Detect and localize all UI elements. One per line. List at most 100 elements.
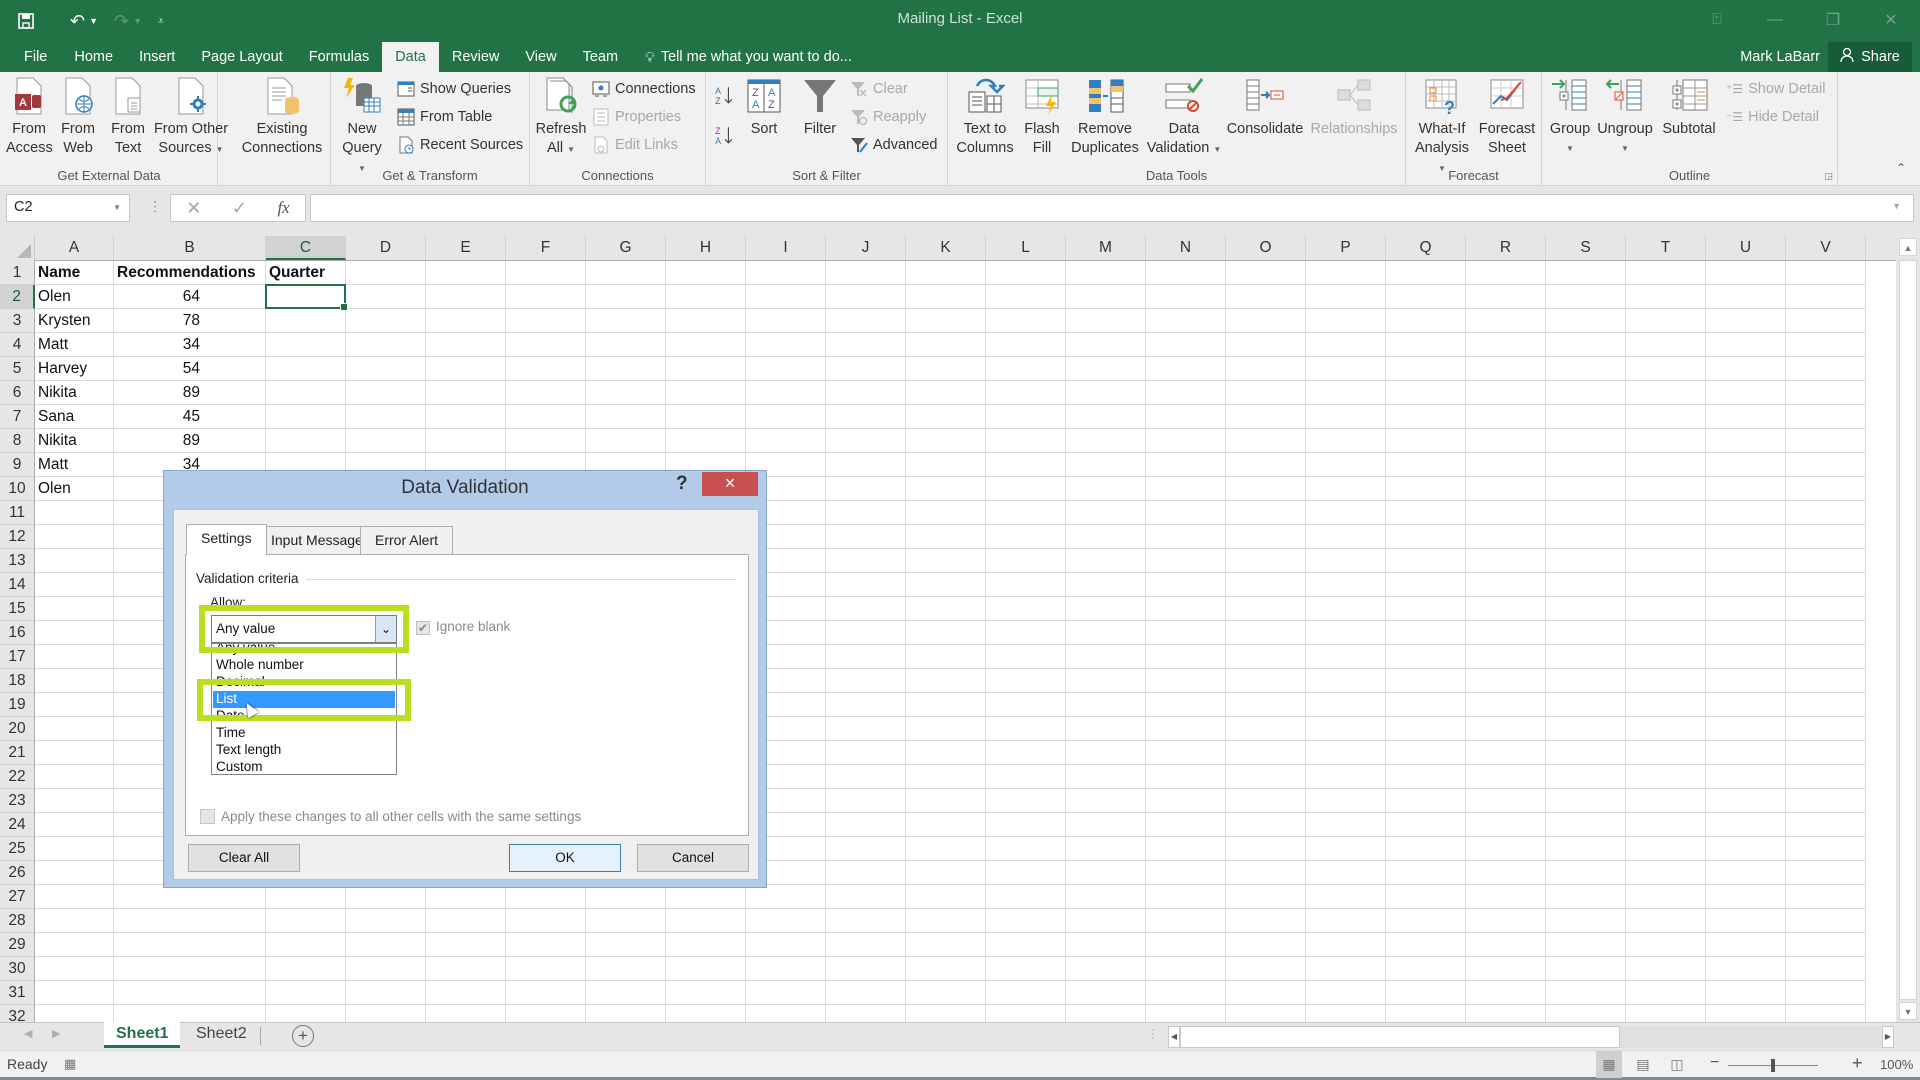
sort-z-a-button[interactable]: ZA <box>714 124 734 146</box>
row-header-12[interactable]: 12 <box>0 525 35 549</box>
cell-b3[interactable]: 78 <box>114 309 266 333</box>
row-header-7[interactable]: 7 <box>0 405 35 429</box>
active-cell-c2[interactable] <box>265 284 348 311</box>
row-header-11[interactable]: 11 <box>0 501 35 525</box>
row-header-1[interactable]: 1 <box>0 261 35 285</box>
row-header-24[interactable]: 24 <box>0 813 35 837</box>
row-header-25[interactable]: 25 <box>0 837 35 861</box>
row-header-23[interactable]: 23 <box>0 789 35 813</box>
ribbon-display-icon[interactable]: ⍐ <box>1688 0 1746 40</box>
tab-data[interactable]: Data <box>382 42 439 72</box>
row-header-16[interactable]: 16 <box>0 621 35 645</box>
horizontal-scroll-thumb[interactable] <box>1180 1026 1620 1048</box>
from-table-button[interactable]: From Table <box>397 106 492 128</box>
row-header-9[interactable]: 9 <box>0 453 35 477</box>
close-icon[interactable]: ✕ <box>1862 0 1920 40</box>
row-header-21[interactable]: 21 <box>0 741 35 765</box>
row-header-30[interactable]: 30 <box>0 957 35 981</box>
cell-b4[interactable]: 34 <box>114 333 266 357</box>
column-header-m[interactable]: M <box>1066 236 1146 260</box>
column-header-g[interactable]: G <box>586 236 666 260</box>
row-header-29[interactable]: 29 <box>0 933 35 957</box>
row-header-14[interactable]: 14 <box>0 573 35 597</box>
vertical-scrollbar[interactable]: ▲ ▼ <box>1896 236 1920 1024</box>
sheet-tab-sheet1[interactable]: Sheet1 <box>104 1022 181 1048</box>
previous-sheet-icon[interactable]: ◀ <box>24 1027 32 1040</box>
row-header-8[interactable]: 8 <box>0 429 35 453</box>
row-header-27[interactable]: 27 <box>0 885 35 909</box>
row-header-20[interactable]: 20 <box>0 717 35 741</box>
tab-view[interactable]: View <box>512 42 569 72</box>
tab-formulas[interactable]: Formulas <box>296 42 382 72</box>
row-header-19[interactable]: 19 <box>0 693 35 717</box>
tab-settings[interactable]: Settings <box>186 524 267 555</box>
share-button[interactable]: Share <box>1828 42 1912 72</box>
new-query-button[interactable]: New Query ▼ <box>337 76 387 178</box>
column-header-q[interactable]: Q <box>1386 236 1466 260</box>
row-header-22[interactable]: 22 <box>0 765 35 789</box>
row-header-6[interactable]: 6 <box>0 381 35 405</box>
column-header-e[interactable]: E <box>426 236 506 260</box>
cancel-entry-icon[interactable]: ✕ <box>186 198 201 219</box>
cell-a2[interactable]: Olen <box>35 285 114 309</box>
cell-a4[interactable]: Matt <box>35 333 114 357</box>
insert-function-icon[interactable]: fx <box>277 198 289 218</box>
cell-a5[interactable]: Harvey <box>35 357 114 381</box>
recent-sources-button[interactable]: Recent Sources <box>397 134 523 156</box>
row-header-10[interactable]: 10 <box>0 477 35 501</box>
column-header-s[interactable]: S <box>1546 236 1626 260</box>
column-header-t[interactable]: T <box>1626 236 1706 260</box>
filter-button[interactable]: Filter <box>798 76 842 139</box>
ignore-blank-checkbox[interactable]: ✔ <box>416 621 430 635</box>
horizontal-scrollbar[interactable]: ◀ ▶ <box>1168 1026 1894 1048</box>
row-header-18[interactable]: 18 <box>0 669 35 693</box>
option-text-length[interactable]: Text length <box>213 742 395 759</box>
restore-icon[interactable]: ❐ <box>1804 0 1862 40</box>
option-time[interactable]: Time <box>213 725 395 742</box>
column-header-k[interactable]: K <box>906 236 986 260</box>
cell-a1[interactable]: Name <box>35 261 114 285</box>
tab-error-alert[interactable]: Error Alert <box>360 526 454 554</box>
next-sheet-icon[interactable]: ▶ <box>52 1027 60 1040</box>
column-header-o[interactable]: O <box>1226 236 1306 260</box>
cell-a9[interactable]: Matt <box>35 453 114 477</box>
refresh-all-button[interactable]: Refresh All ▼ <box>534 76 588 159</box>
row-header-13[interactable]: 13 <box>0 549 35 573</box>
scroll-left-icon[interactable]: ◀ <box>1168 1026 1180 1048</box>
column-header-r[interactable]: R <box>1466 236 1546 260</box>
page-break-preview-icon[interactable]: ◫ <box>1664 1051 1690 1078</box>
row-header-31[interactable]: 31 <box>0 981 35 1005</box>
formula-bar-grip-icon[interactable]: ⋮ <box>148 198 162 215</box>
option-custom[interactable]: Custom <box>213 759 395 774</box>
cell-a7[interactable]: Sana <box>35 405 114 429</box>
subtotal-button[interactable]: Subtotal <box>1658 76 1720 139</box>
cell-b7[interactable]: 45 <box>114 405 266 429</box>
normal-view-icon[interactable]: ▦ <box>1596 1051 1622 1078</box>
tell-me-search[interactable]: 💡︎ Tell me what you want to do... <box>645 42 852 72</box>
cell-a8[interactable]: Nikita <box>35 429 114 453</box>
scroll-up-icon[interactable]: ▲ <box>1899 238 1917 256</box>
from-other-sources-button[interactable]: From Other Sources ▼ <box>152 76 230 159</box>
consolidate-button[interactable]: Consolidate <box>1224 76 1306 139</box>
cell-b2[interactable]: 64 <box>114 285 266 309</box>
cancel-button[interactable]: Cancel <box>637 844 749 872</box>
column-header-a[interactable]: A <box>35 236 114 260</box>
column-header-d[interactable]: D <box>346 236 426 260</box>
connections-button[interactable]: Connections <box>592 78 696 100</box>
advanced-button[interactable]: Advanced <box>850 134 938 156</box>
row-header-26[interactable]: 26 <box>0 861 35 885</box>
tab-split-grip-icon[interactable]: ⋮ <box>1147 1027 1159 1041</box>
row-header-2[interactable]: 2 <box>0 285 35 309</box>
zoom-level[interactable]: 100% <box>1880 1057 1913 1072</box>
sheet-tab-sheet2[interactable]: Sheet2 <box>184 1022 259 1048</box>
group-button[interactable]: Group ▼ <box>1548 76 1592 158</box>
cell-b8[interactable]: 89 <box>114 429 266 453</box>
forecast-sheet-button[interactable]: Forecast Sheet <box>1476 76 1538 158</box>
minimize-icon[interactable]: — <box>1746 0 1804 40</box>
formula-input[interactable]: ▼ <box>310 194 1914 222</box>
cell-b5[interactable]: 54 <box>114 357 266 381</box>
text-to-columns-button[interactable]: Text to Columns <box>954 76 1016 158</box>
column-header-n[interactable]: N <box>1146 236 1226 260</box>
scroll-right-icon[interactable]: ▶ <box>1882 1026 1894 1048</box>
data-validation-button[interactable]: Data Validation ▼ <box>1144 76 1224 159</box>
